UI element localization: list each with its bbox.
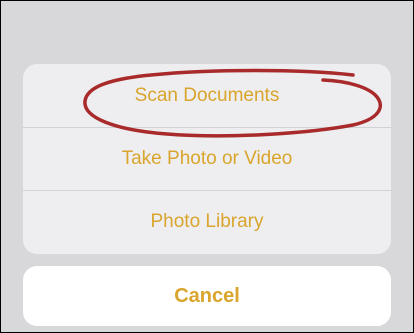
scan-documents-label: Scan Documents xyxy=(134,84,280,106)
photo-library-button[interactable]: Photo Library xyxy=(23,190,391,253)
take-photo-or-video-button[interactable]: Take Photo or Video xyxy=(23,127,391,190)
screenshot-frame: Scan Documents Take Photo or Video Photo… xyxy=(0,0,414,333)
action-sheet-group: Scan Documents Take Photo or Video Photo… xyxy=(23,64,391,254)
scan-documents-button[interactable]: Scan Documents xyxy=(23,64,391,127)
take-photo-or-video-label: Take Photo or Video xyxy=(121,148,293,169)
cancel-label: Cancel xyxy=(174,284,240,307)
photo-library-label: Photo Library xyxy=(150,211,264,232)
cancel-button[interactable]: Cancel xyxy=(23,266,391,326)
